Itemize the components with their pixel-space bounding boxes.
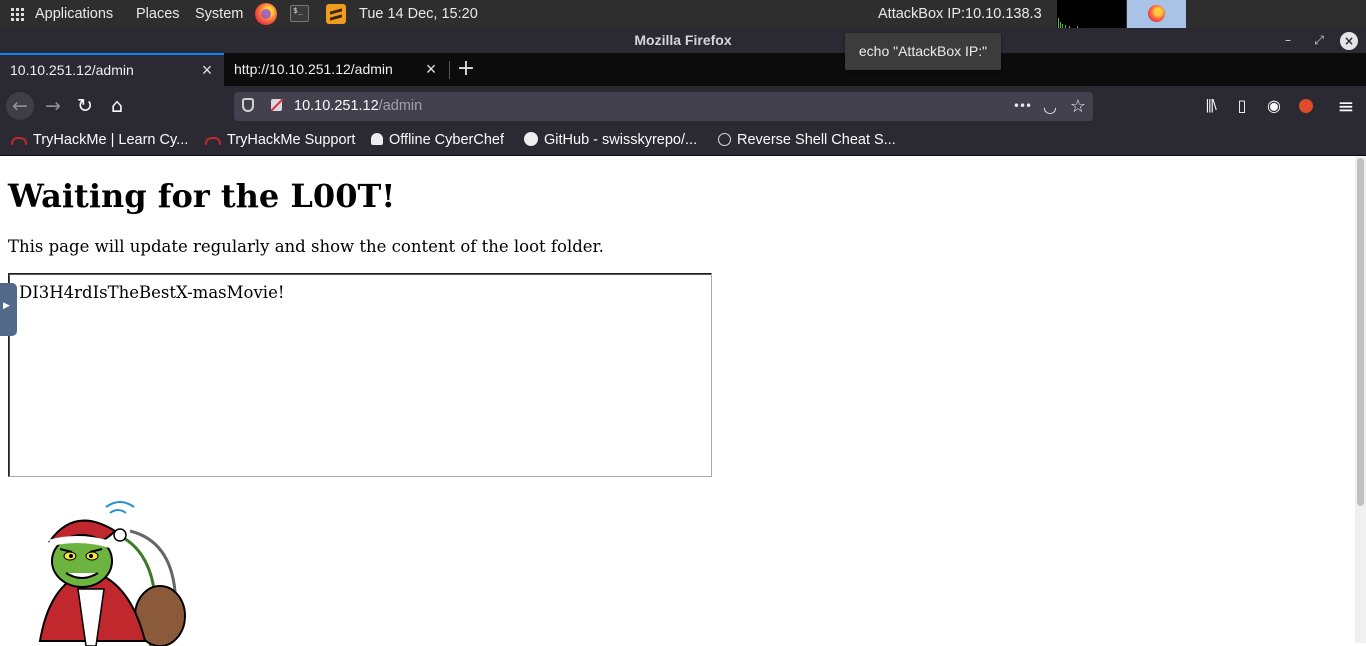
- firefox-taskbar-button[interactable]: [1127, 0, 1186, 28]
- system-monitor-graph[interactable]: [1057, 0, 1126, 28]
- url-bar[interactable]: 10.10.251.12/admin ••• ◡ ☆: [234, 92, 1093, 121]
- top-panel: Applications Places System $_ Tue 14 Dec…: [0, 0, 1366, 28]
- clock[interactable]: Tue 14 Dec, 15:20: [359, 0, 478, 28]
- bookmark-label: TryHackMe | Learn Cy...: [33, 132, 189, 148]
- tab-label: http://10.10.251.12/admin: [234, 61, 393, 77]
- tryhackme-icon: [205, 137, 221, 145]
- bookmark-label: GitHub - swisskyrepo/...: [544, 132, 698, 148]
- apps-grid-icon[interactable]: [11, 8, 24, 21]
- home-button[interactable]: ⌂: [103, 92, 131, 120]
- extension-icon[interactable]: [1293, 92, 1319, 120]
- grinch-santa-illustration: [38, 501, 186, 646]
- tab-admin-http[interactable]: http://10.10.251.12/admin ×: [224, 53, 448, 86]
- new-tab-button[interactable]: +: [455, 53, 477, 86]
- bookmark-reverse-shell[interactable]: Reverse Shell Cheat S...: [718, 126, 896, 155]
- bookmarks-toolbar: TryHackMe | Learn Cy... TryHackMe Suppor…: [0, 126, 1366, 156]
- firefox-icon: [1148, 5, 1165, 22]
- page-content: Waiting for the L00T! This page will upd…: [0, 156, 1355, 646]
- minimize-button[interactable]: –: [1278, 28, 1298, 53]
- tab-close-icon[interactable]: ×: [199, 55, 215, 86]
- page-actions-icon[interactable]: •••: [1011, 92, 1033, 121]
- url-text[interactable]: 10.10.251.12/admin: [294, 92, 422, 121]
- tab-close-icon[interactable]: ×: [423, 53, 439, 86]
- sidebar-toggle-icon[interactable]: ▯: [1229, 92, 1255, 120]
- navigation-toolbar: ← → ↻ ⌂ 10.10.251.12/admin ••• ◡ ☆ |||\ …: [0, 86, 1366, 126]
- hamburger-menu-icon[interactable]: ≡: [1333, 92, 1359, 120]
- bookmark-star-icon[interactable]: ☆: [1067, 92, 1089, 121]
- loot-content: DI3H4rdIsTheBestX-masMovie!: [19, 283, 285, 302]
- tab-separator: [449, 61, 450, 79]
- scrollbar-thumb[interactable]: [1357, 158, 1364, 506]
- terminal-launcher-icon[interactable]: $_: [290, 5, 309, 22]
- bookmark-label: Reverse Shell Cheat S...: [737, 132, 896, 148]
- tab-admin-active[interactable]: 10.10.251.12/admin ×: [0, 53, 224, 86]
- window-title: Mozilla Firefox: [634, 32, 732, 48]
- reload-button[interactable]: ↻: [71, 92, 99, 120]
- system-menu[interactable]: System: [195, 0, 243, 28]
- maximize-button[interactable]: ⤢: [1309, 28, 1329, 53]
- tracking-protection-shield-icon[interactable]: [242, 98, 254, 112]
- tryhackme-icon: [11, 137, 27, 145]
- url-host: 10.10.251.12: [294, 98, 379, 114]
- bookmark-github-swisskyrepo[interactable]: GitHub - swisskyrepo/...: [524, 126, 697, 155]
- firefox-launcher-icon[interactable]: [255, 3, 277, 25]
- url-path: /admin: [378, 98, 423, 114]
- vertical-scrollbar[interactable]: [1355, 156, 1366, 643]
- page-title: Waiting for the L00T!: [8, 177, 396, 215]
- library-icon[interactable]: |||\: [1197, 92, 1223, 120]
- bookmark-cyberchef[interactable]: Offline CyberChef: [371, 126, 504, 155]
- tooltip: echo "AttackBox IP:": [845, 33, 1001, 70]
- page-description: This page will update regularly and show…: [8, 237, 604, 256]
- tab-label: 10.10.251.12/admin: [10, 62, 134, 78]
- account-icon[interactable]: ◉: [1261, 92, 1287, 120]
- insecure-connection-icon[interactable]: [271, 99, 282, 111]
- globe-icon: [718, 133, 731, 146]
- bookmark-label: TryHackMe Support: [227, 132, 356, 148]
- tab-strip: 10.10.251.12/admin × http://10.10.251.12…: [0, 53, 1366, 86]
- back-button[interactable]: ←: [6, 92, 34, 120]
- window-close-button[interactable]: ×: [1340, 32, 1358, 50]
- attackbox-ip-label: AttackBox IP:10.10.138.3: [878, 6, 1042, 22]
- bookmark-label: Offline CyberChef: [389, 132, 504, 148]
- pocket-icon[interactable]: ◡: [1039, 92, 1061, 121]
- applications-menu[interactable]: Applications: [35, 0, 113, 28]
- loot-iframe[interactable]: DI3H4rdIsTheBestX-masMovie!: [8, 273, 712, 477]
- chef-hat-icon: [371, 133, 383, 145]
- window-titlebar: Mozilla Firefox – ⤢ ×: [0, 28, 1366, 53]
- github-icon: [524, 132, 538, 146]
- bookmark-tryhackme-learn[interactable]: TryHackMe | Learn Cy...: [11, 126, 188, 155]
- expand-arrow-icon: ▶: [3, 301, 10, 311]
- side-panel-handle[interactable]: ▶: [0, 283, 17, 336]
- bookmark-tryhackme-support[interactable]: TryHackMe Support: [205, 126, 355, 155]
- sublime-text-launcher-icon[interactable]: [326, 4, 346, 24]
- forward-button[interactable]: →: [39, 92, 67, 120]
- places-menu[interactable]: Places: [136, 0, 180, 28]
